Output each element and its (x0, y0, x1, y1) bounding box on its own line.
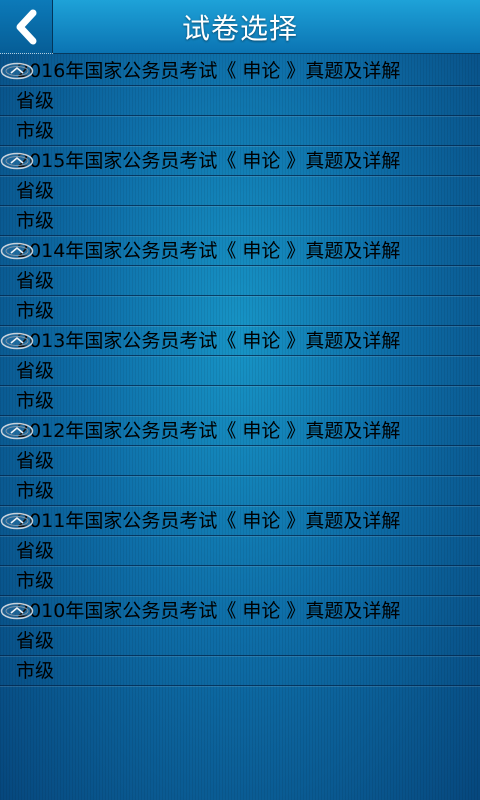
group-header[interactable]: 2016年国家公务员考试《 申论 》真题及详解 (0, 56, 480, 86)
list-item-label: 市级 (16, 210, 55, 232)
list-item[interactable]: 市级 (0, 566, 480, 596)
list-item[interactable]: 市级 (0, 476, 480, 506)
group-header[interactable]: 2015年国家公务员考试《 申论 》真题及详解 (0, 146, 480, 176)
group-header[interactable]: 2013年国家公务员考试《 申论 》真题及详解 (0, 326, 480, 356)
group-title: 2011年国家公务员考试《 申论 》真题及详解 (17, 510, 401, 532)
list-item[interactable]: 市级 (0, 386, 480, 416)
list-item-label: 省级 (16, 630, 55, 652)
exam-group: 2015年国家公务员考试《 申论 》真题及详解 省级市级 (0, 146, 480, 236)
collapse-toggle-icon[interactable] (0, 422, 34, 440)
list-item-label: 市级 (16, 480, 55, 502)
list-item[interactable]: 市级 (0, 296, 480, 326)
exam-group: 2010年国家公务员考试《 申论 》真题及详解 省级市级 (0, 596, 480, 686)
page-title: 试卷选择 (181, 12, 298, 45)
list-item[interactable]: 省级 (0, 356, 480, 386)
collapse-toggle-icon[interactable] (0, 602, 34, 620)
collapse-toggle-icon[interactable] (0, 332, 34, 350)
list-item[interactable]: 市级 (0, 656, 480, 686)
list-item-label: 省级 (16, 180, 55, 202)
list-item-label: 市级 (16, 390, 55, 412)
exam-group: 2011年国家公务员考试《 申论 》真题及详解 省级市级 (0, 506, 480, 596)
group-title: 2012年国家公务员考试《 申论 》真题及详解 (17, 420, 401, 442)
list-item-label: 省级 (16, 90, 55, 112)
list-item-label: 省级 (16, 540, 55, 562)
list-item-label: 市级 (16, 570, 55, 592)
list-item-label: 省级 (16, 270, 55, 292)
list-item-label: 市级 (16, 660, 55, 682)
list-item-label: 市级 (16, 300, 55, 322)
group-header[interactable]: 2011年国家公务员考试《 申论 》真题及详解 (0, 506, 480, 536)
exam-group: 2013年国家公务员考试《 申论 》真题及详解 省级市级 (0, 326, 480, 416)
exam-list: 2016年国家公务员考试《 申论 》真题及详解 省级 市级 2015年国家公务员考试《… (0, 56, 480, 686)
group-header[interactable]: 2012年国家公务员考试《 申论 》真题及详解 (0, 416, 480, 446)
list-item[interactable]: 省级 (0, 626, 480, 656)
collapse-toggle-icon[interactable] (0, 152, 34, 170)
group-title: 2014年国家公务员考试《 申论 》真题及详解 (17, 240, 401, 262)
group-title: 2013年国家公务员考试《 申论 》真题及详解 (17, 330, 401, 352)
list-item[interactable]: 市级 (0, 206, 480, 236)
chevron-left-icon (16, 9, 37, 45)
list-item[interactable]: 省级 (0, 446, 480, 476)
list-item[interactable]: 省级 (0, 176, 480, 206)
list-item[interactable]: 市级 (0, 116, 480, 146)
exam-group: 2016年国家公务员考试《 申论 》真题及详解 省级市级 (0, 56, 480, 146)
list-item-label: 省级 (16, 450, 55, 472)
group-title: 2016年国家公务员考试《 申论 》真题及详解 (17, 60, 401, 82)
collapse-toggle-icon[interactable] (0, 512, 34, 530)
group-header[interactable]: 2014年国家公务员考试《 申论 》真题及详解 (0, 236, 480, 266)
group-title: 2010年国家公务员考试《 申论 》真题及详解 (17, 600, 401, 622)
group-header[interactable]: 2010年国家公务员考试《 申论 》真题及详解 (0, 596, 480, 626)
group-title: 2015年国家公务员考试《 申论 》真题及详解 (17, 150, 401, 172)
exam-group: 2014年国家公务员考试《 申论 》真题及详解 省级市级 (0, 236, 480, 326)
list-item[interactable]: 省级 (0, 86, 480, 116)
list-item[interactable]: 省级 (0, 266, 480, 296)
list-item[interactable]: 省级 (0, 536, 480, 566)
back-button[interactable] (0, 0, 53, 54)
exam-group: 2012年国家公务员考试《 申论 》真题及详解 省级市级 (0, 416, 480, 506)
title-bar: 试卷选择 (0, 0, 480, 54)
focus-indicator (0, 50, 53, 54)
collapse-toggle-icon[interactable] (0, 242, 34, 260)
collapse-toggle-icon[interactable] (0, 62, 34, 80)
list-item-label: 省级 (16, 360, 55, 382)
list-item-label: 市级 (16, 120, 55, 142)
